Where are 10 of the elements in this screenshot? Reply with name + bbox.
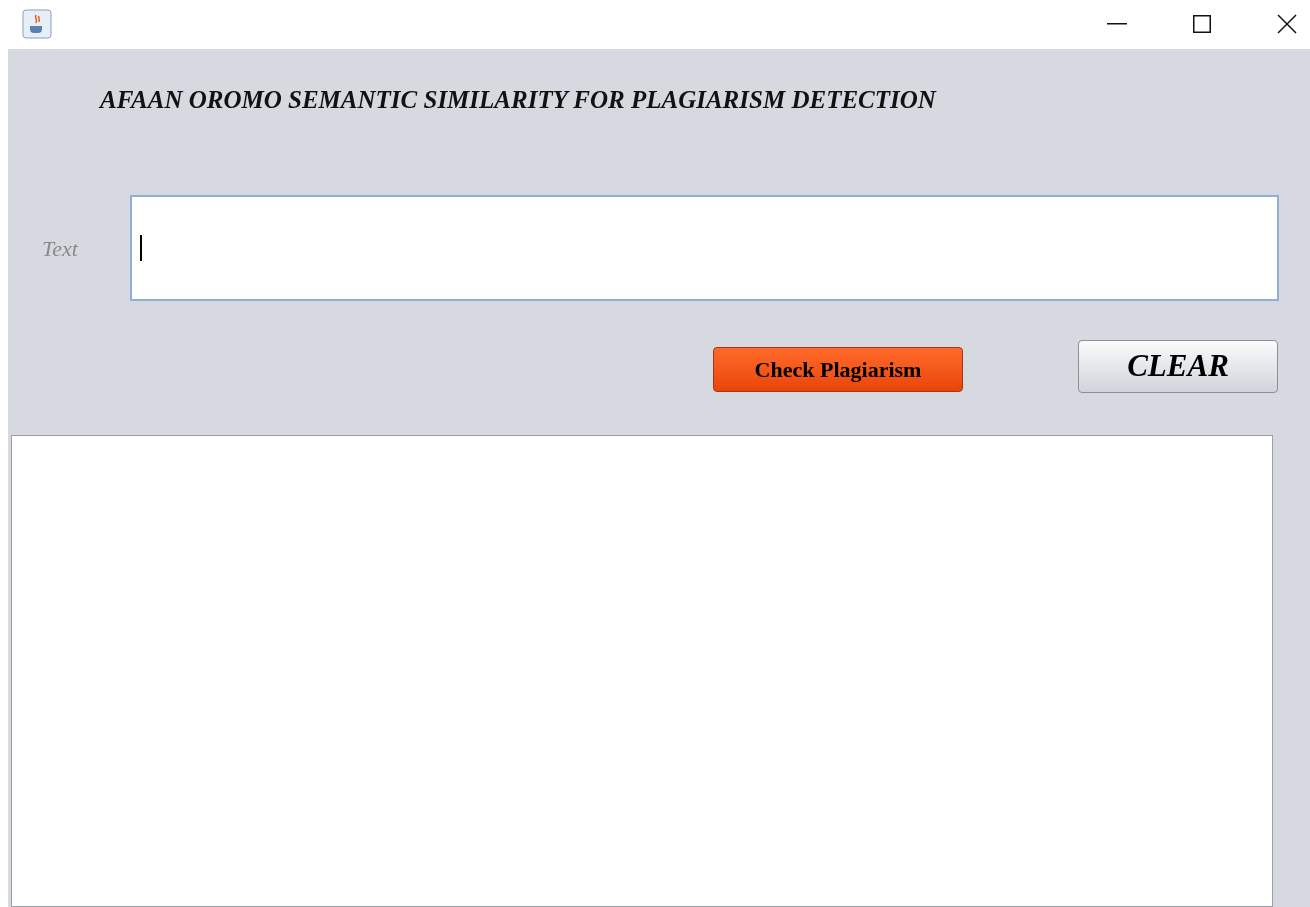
text-input-field[interactable]	[130, 195, 1279, 301]
app-heading: AFAAN OROMO SEMANTIC SIMILARITY FOR PLAGIARISM DETECTION	[100, 84, 938, 115]
clear-button[interactable]: CLEAR	[1078, 340, 1278, 393]
text-cursor	[140, 235, 142, 261]
minimize-icon	[1107, 23, 1127, 26]
text-label: Text	[42, 234, 80, 263]
check-plagiarism-button[interactable]: Check Plagiarism	[713, 347, 963, 392]
close-icon	[1277, 14, 1297, 35]
coffee-cup-icon	[22, 9, 52, 40]
maximize-icon	[1193, 15, 1211, 34]
